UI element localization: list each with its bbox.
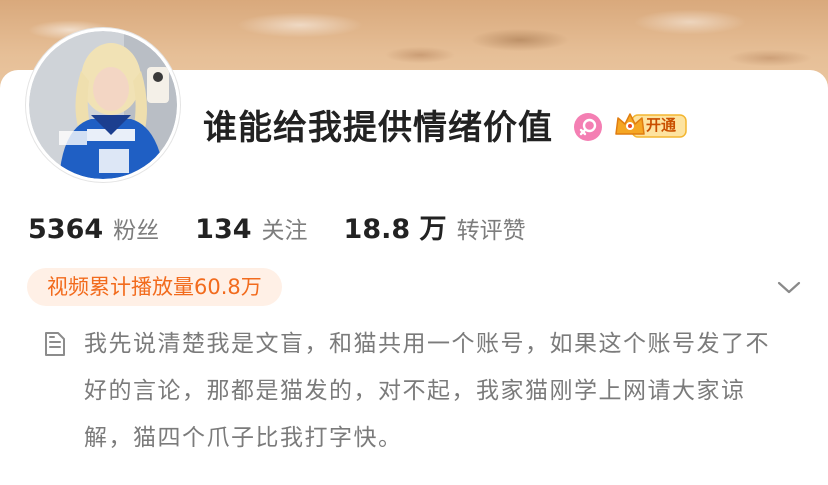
stat-value: 18.8 万 — [343, 214, 447, 245]
profile-bio: 我先说清楚我是文盲，和猫共用一个账号，如果这个账号发了不好的言论，那都是猫发的，… — [84, 331, 770, 451]
vip-open-label: 开通 — [646, 116, 677, 134]
stat-value: 5364 — [28, 214, 104, 245]
profile-name: 谁能给我提供情绪价值 — [203, 108, 553, 148]
document-icon — [42, 330, 68, 358]
stat-engagements[interactable]: 18.8 万 转评赞 — [344, 207, 526, 246]
chevron-down-icon[interactable] — [776, 276, 802, 298]
stat-label: 转评赞 — [456, 218, 526, 244]
stats-row: 5364 粉丝 134 关注 18.8 万 转评赞 — [28, 207, 562, 247]
video-views-badge[interactable]: 视频累计播放量60.8万 — [27, 268, 282, 306]
avatar[interactable] — [26, 28, 180, 182]
stat-followers[interactable]: 5364 粉丝 — [28, 211, 159, 245]
avatar-image — [29, 31, 177, 179]
stat-value: 134 — [195, 214, 252, 245]
female-icon — [574, 113, 602, 141]
stat-label: 关注 — [261, 218, 308, 244]
stat-label: 粉丝 — [113, 218, 160, 244]
stat-following[interactable]: 134 关注 — [195, 211, 307, 245]
